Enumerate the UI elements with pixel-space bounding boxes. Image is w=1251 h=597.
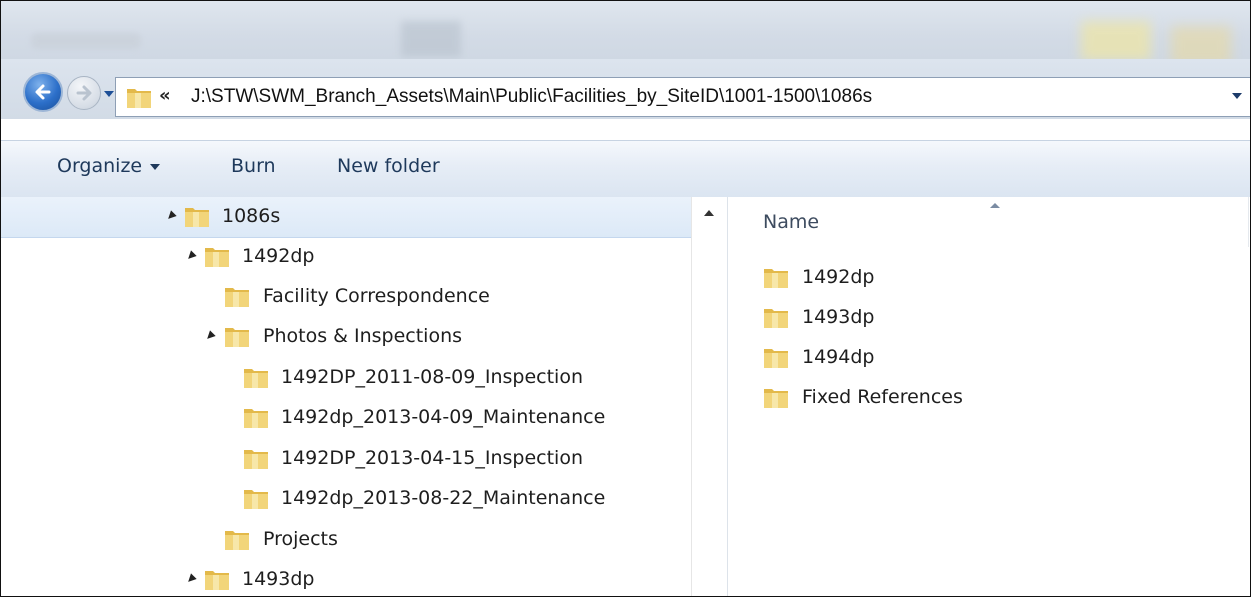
recent-pages-dropdown-icon[interactable]: [104, 91, 114, 97]
folder-icon: [225, 531, 249, 550]
tree-item-1493dp[interactable]: 1493dp: [1, 560, 691, 596]
tree-item-label: Facility Correspondence: [263, 285, 490, 307]
tree-item-label: 1086s: [222, 205, 281, 227]
folder-icon: [225, 328, 249, 347]
navigation-bar: « J:\STW\SWM_Branch_Assets\Main\Public\F…: [1, 59, 1250, 119]
tree-item-facility-correspondence[interactable]: Facility Correspondence: [1, 277, 691, 317]
navigation-pane: 1086s 1492dp Facility Correspondence Pho…: [1, 197, 701, 596]
file-item-fixed-references[interactable]: Fixed References: [763, 380, 1183, 416]
tree-item-label: 1492dp_2013-08-22_Maintenance: [281, 487, 606, 509]
back-arrow-icon: [35, 84, 51, 100]
tree-item-label: 1492dp_2013-04-09_Maintenance: [281, 406, 606, 428]
folder-icon: [185, 208, 209, 227]
expand-triangle-icon[interactable]: [165, 210, 177, 222]
chevron-down-icon: [150, 163, 161, 170]
tree-item-label: 1493dp: [242, 568, 315, 590]
column-header-name[interactable]: Name: [763, 211, 819, 233]
expand-triangle-icon[interactable]: [204, 330, 216, 342]
tree-item-1492dp[interactable]: 1492dp: [1, 237, 691, 277]
file-item-label: 1494dp: [802, 346, 875, 368]
file-list-pane: Name 1492dp 1493dp 1494dp Fixed Referenc…: [728, 197, 1250, 596]
organize-label: Organize: [57, 155, 143, 177]
tree-item-inspection-2013-04-15[interactable]: 1492DP_2013-04-15_Inspection: [1, 439, 691, 479]
title-bar: [1, 1, 1250, 66]
folder-icon: [205, 248, 229, 267]
file-item-1494dp[interactable]: 1494dp: [763, 340, 1183, 376]
folder-icon: [244, 369, 268, 388]
organize-button[interactable]: Organize: [57, 155, 161, 177]
expand-triangle-icon[interactable]: [185, 573, 197, 585]
tree-item-label: Photos & Inspections: [263, 325, 463, 347]
file-item-1493dp[interactable]: 1493dp: [763, 300, 1183, 336]
breadcrumb-overflow-icon[interactable]: «: [159, 85, 171, 106]
folder-icon: [764, 349, 788, 368]
tree-item-label: 1492dp: [242, 245, 315, 267]
folder-icon: [244, 409, 268, 428]
tree-item-label: Projects: [263, 528, 338, 550]
file-item-1492dp[interactable]: 1492dp: [763, 260, 1183, 296]
tree-item-projects[interactable]: Projects: [1, 520, 691, 560]
tree-item-inspection-2011-08-09[interactable]: 1492DP_2011-08-09_Inspection: [1, 358, 691, 398]
command-toolbar: Organize Burn New folder: [1, 140, 1250, 198]
folder-icon: [764, 269, 788, 288]
navigation-pane-scrollbar[interactable]: [691, 197, 728, 596]
folder-icon: [764, 389, 788, 408]
tree-item-label: 1492DP_2011-08-09_Inspection: [281, 366, 583, 388]
folder-icon: [205, 571, 229, 590]
tree-item-maintenance-2013-08-22[interactable]: 1492dp_2013-08-22_Maintenance: [1, 479, 691, 519]
address-dropdown-icon[interactable]: [1232, 93, 1242, 99]
burn-button[interactable]: Burn: [231, 155, 276, 177]
folder-icon: [764, 309, 788, 328]
column-divider[interactable]: [1248, 197, 1249, 247]
new-folder-button[interactable]: New folder: [337, 155, 440, 177]
explorer-window: « J:\STW\SWM_Branch_Assets\Main\Public\F…: [0, 0, 1251, 597]
folder-icon: [127, 89, 151, 108]
scroll-up-icon[interactable]: [704, 210, 714, 216]
address-path[interactable]: J:\STW\SWM_Branch_Assets\Main\Public\Fac…: [191, 86, 872, 108]
forward-button[interactable]: [67, 76, 101, 110]
tree-item-label: 1492DP_2013-04-15_Inspection: [281, 447, 583, 469]
file-item-label: 1492dp: [802, 266, 875, 288]
tree-item-photos-inspections[interactable]: Photos & Inspections: [1, 317, 691, 357]
forward-arrow-icon: [76, 85, 92, 101]
folder-icon: [244, 450, 268, 469]
tree-item-1086s[interactable]: 1086s: [1, 197, 691, 238]
sort-ascending-icon: [990, 203, 1000, 208]
expand-triangle-icon[interactable]: [185, 250, 197, 262]
address-bar[interactable]: « J:\STW\SWM_Branch_Assets\Main\Public\F…: [115, 77, 1250, 117]
tree-item-maintenance-2013-04-09[interactable]: 1492dp_2013-04-09_Maintenance: [1, 398, 691, 438]
back-button[interactable]: [23, 72, 63, 112]
file-item-label: 1493dp: [802, 306, 875, 328]
file-item-label: Fixed References: [802, 386, 963, 408]
folder-icon: [244, 490, 268, 509]
folder-icon: [225, 288, 249, 307]
